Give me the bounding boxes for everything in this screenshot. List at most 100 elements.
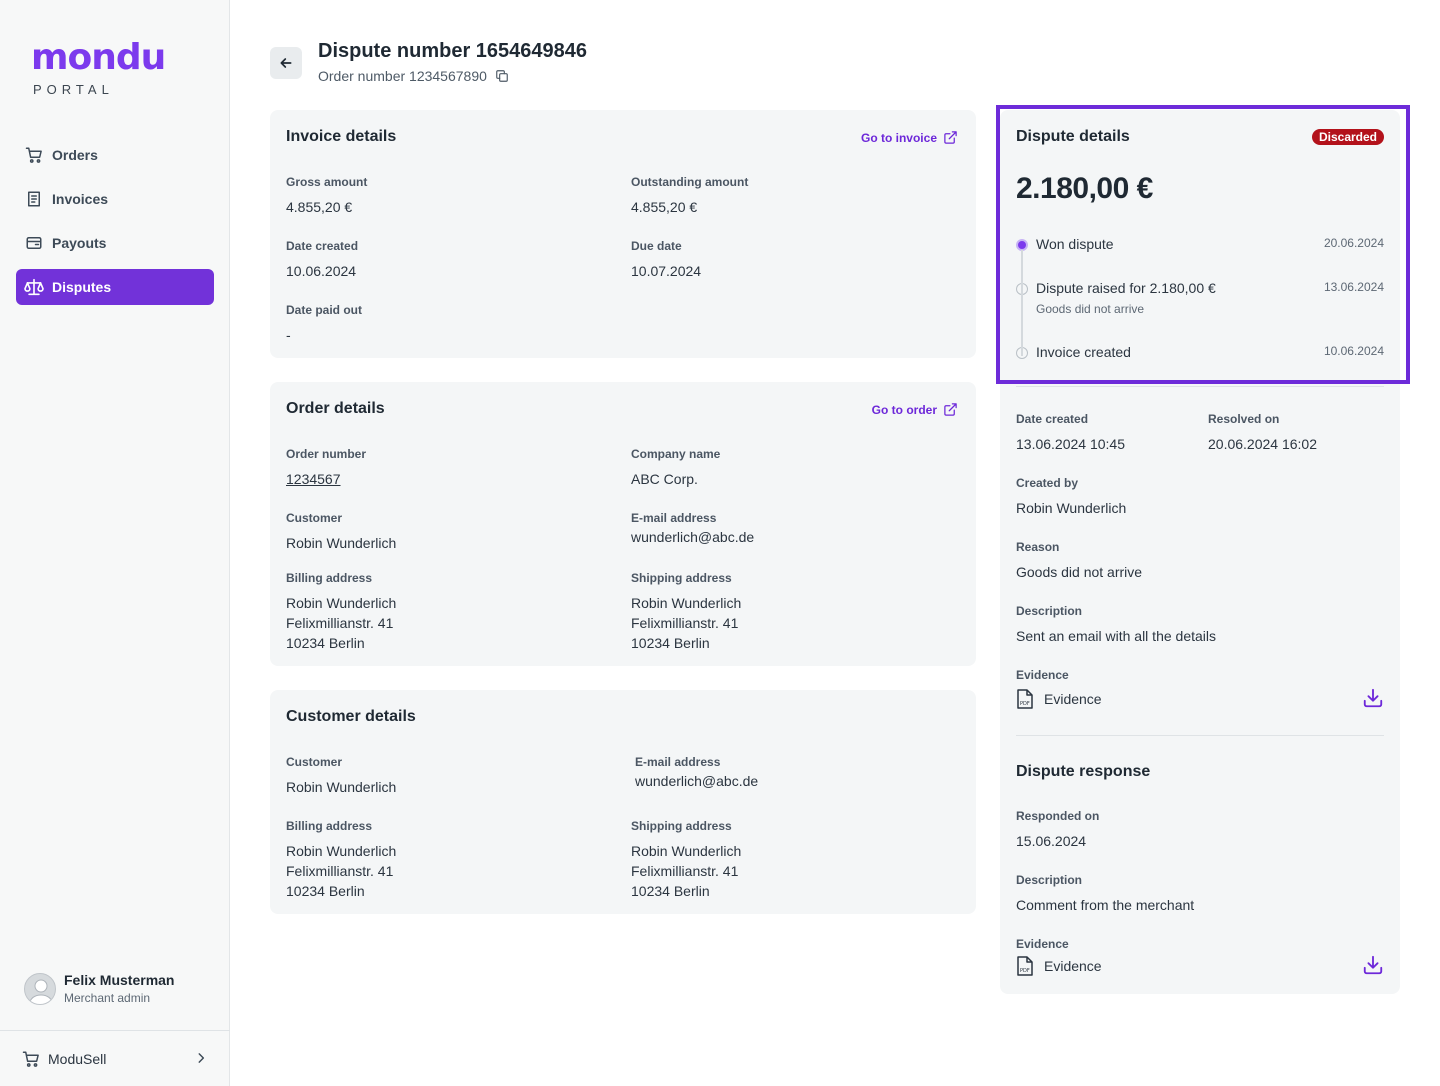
- invoice-details-card: Invoice details Go to invoice Gross amou…: [270, 110, 976, 358]
- sidebar-item-disputes[interactable]: Disputes: [16, 269, 214, 305]
- created-by-field: Created by Robin Wunderlich: [1016, 476, 1126, 518]
- sidebar: mondu PORTAL Orders Invoices Payouts Dis…: [0, 0, 230, 1086]
- page-title: Dispute number 1654649846: [318, 40, 588, 62]
- cart-icon: [22, 1050, 40, 1068]
- cart-icon: [24, 145, 44, 165]
- field-label: Description: [1016, 604, 1083, 618]
- go-to-order-link[interactable]: Go to order: [872, 402, 958, 417]
- order-number-field: Order number 1234567: [286, 447, 366, 489]
- field-value: 4.855,20 €: [286, 199, 353, 215]
- field-value: Sent an email with all the details: [1016, 628, 1216, 644]
- responded-on-field: Responded on 15.06.2024: [1016, 809, 1099, 851]
- email-field: E-mail address wunderlich@abc.de: [631, 511, 754, 547]
- card-title: Invoice details: [286, 128, 397, 145]
- address-line: Felixmillianstr. 41: [631, 863, 739, 879]
- outstanding-amount-field: Outstanding amount 4.855,20 €: [631, 175, 748, 217]
- card-title: Order details: [286, 400, 385, 417]
- order-number-link[interactable]: 1234567: [286, 469, 366, 489]
- user-profile[interactable]: Felix Musterman Merchant admin: [24, 972, 174, 1005]
- resolved-on-field: Resolved on 20.06.2024 16:02: [1208, 412, 1317, 454]
- sidebar-nav: Orders Invoices Payouts Disputes: [16, 137, 214, 313]
- field-value: Robin Wunderlich Felixmillianstr. 41 102…: [631, 593, 741, 653]
- evidence-file-name: Evidence: [1044, 691, 1102, 707]
- field-value: 10.06.2024: [286, 263, 357, 279]
- address-line: 10234 Berlin: [286, 883, 365, 899]
- field-label: Shipping address: [631, 571, 732, 585]
- order-details-card: Order details Go to order Order number 1…: [270, 382, 976, 666]
- link-label: Go to invoice: [860, 130, 937, 145]
- sidebar-item-label: Disputes: [52, 279, 112, 295]
- divider: [1016, 386, 1384, 387]
- copy-icon[interactable]: [495, 69, 509, 83]
- address-line: Robin Wunderlich: [631, 595, 742, 611]
- response-description-field: Description Comment from the merchant: [1016, 873, 1194, 915]
- download-icon[interactable]: [1362, 687, 1384, 709]
- company-name-field: Company name ABC Corp.: [631, 447, 720, 489]
- address-line: 10234 Berlin: [286, 635, 365, 651]
- sidebar-item-invoices[interactable]: Invoices: [16, 181, 214, 217]
- field-label: Resolved on: [1208, 412, 1280, 426]
- external-link-icon: [944, 403, 957, 416]
- back-button[interactable]: [270, 47, 302, 79]
- due-date-field: Due date 10.07.2024: [631, 239, 701, 281]
- chevron-right-icon: [194, 1051, 208, 1068]
- external-link-icon: [944, 131, 957, 144]
- svg-text:PDF: PDF: [1020, 701, 1030, 707]
- wallet-icon: [24, 233, 44, 253]
- field-value: Comment from the merchant: [1016, 897, 1195, 913]
- field-value: Robin Wunderlich: [1016, 500, 1127, 516]
- mondusell-label: ModuSell: [48, 1050, 107, 1067]
- address-line: Felixmillianstr. 41: [286, 863, 394, 879]
- logo-subtitle: PORTAL: [33, 82, 114, 97]
- pdf-file-icon: PDF: [1016, 689, 1034, 709]
- evidence-file-name: Evidence: [1044, 958, 1102, 974]
- logo-word: mondu: [31, 37, 166, 78]
- field-label: Responded on: [1016, 809, 1100, 823]
- field-label: Gross amount: [286, 175, 368, 189]
- address-line: Felixmillianstr. 41: [286, 615, 394, 631]
- field-value: Robin Wunderlich: [286, 779, 397, 795]
- field-label: E-mail address: [631, 511, 717, 525]
- customer-field: Customer Robin Wunderlich: [286, 511, 396, 553]
- field-value: Robin Wunderlich Felixmillianstr. 41 102…: [631, 841, 741, 901]
- response-evidence-file-row[interactable]: PDF Evidence: [1016, 954, 1384, 978]
- field-label: E-mail address: [635, 755, 721, 769]
- logo[interactable]: mondu PORTAL: [31, 37, 166, 98]
- field-value: -: [286, 327, 291, 343]
- arrow-left-icon: [280, 58, 292, 68]
- field-value: 13.06.2024 10:45: [1016, 436, 1125, 452]
- field-label: Billing address: [286, 819, 373, 833]
- sidebar-item-orders[interactable]: Orders: [16, 137, 214, 173]
- address-line: Robin Wunderlich: [286, 843, 397, 859]
- sidebar-item-label: Invoices: [52, 191, 109, 207]
- field-label: Outstanding amount: [631, 175, 749, 189]
- address-line: 10234 Berlin: [631, 883, 710, 899]
- field-label: Evidence: [1016, 937, 1069, 951]
- dispute-response-title: Dispute response: [1016, 763, 1151, 780]
- date-created-field: Date created 10.06.2024: [286, 239, 358, 281]
- description-field: Description Sent an email with all the d…: [1016, 604, 1216, 646]
- field-value: 20.06.2024 16:02: [1208, 436, 1317, 452]
- svg-text:PDF: PDF: [1020, 968, 1030, 974]
- billing-address-field: Billing address Robin Wunderlich Felixmi…: [286, 571, 396, 653]
- mondusell-link[interactable]: ModuSell: [0, 1030, 230, 1086]
- shipping-address-field: Shipping address Robin Wunderlich Felixm…: [631, 819, 741, 901]
- divider: [1016, 735, 1384, 736]
- field-label: Date created: [1016, 412, 1089, 426]
- go-to-invoice-link[interactable]: Go to invoice: [861, 130, 958, 145]
- order-number-text: Order number 1234567890: [318, 68, 487, 84]
- sidebar-item-payouts[interactable]: Payouts: [16, 225, 214, 261]
- email-field: E-mail address wunderlich@abc.de: [635, 755, 758, 791]
- address-line: Felixmillianstr. 41: [631, 615, 739, 631]
- address-line: Robin Wunderlich: [286, 595, 397, 611]
- invoice-icon: [24, 189, 44, 209]
- card-title: Customer details: [286, 708, 416, 725]
- field-label: Due date: [631, 239, 682, 253]
- field-label: Description: [1016, 873, 1083, 887]
- sidebar-item-label: Payouts: [52, 235, 107, 251]
- customer-details-card: Customer details Customer Robin Wunderli…: [270, 690, 976, 914]
- evidence-file-row[interactable]: PDF Evidence: [1016, 687, 1384, 711]
- download-icon[interactable]: [1362, 954, 1384, 976]
- billing-address-field: Billing address Robin Wunderlich Felixmi…: [286, 819, 396, 901]
- sidebar-item-label: Orders: [52, 147, 98, 163]
